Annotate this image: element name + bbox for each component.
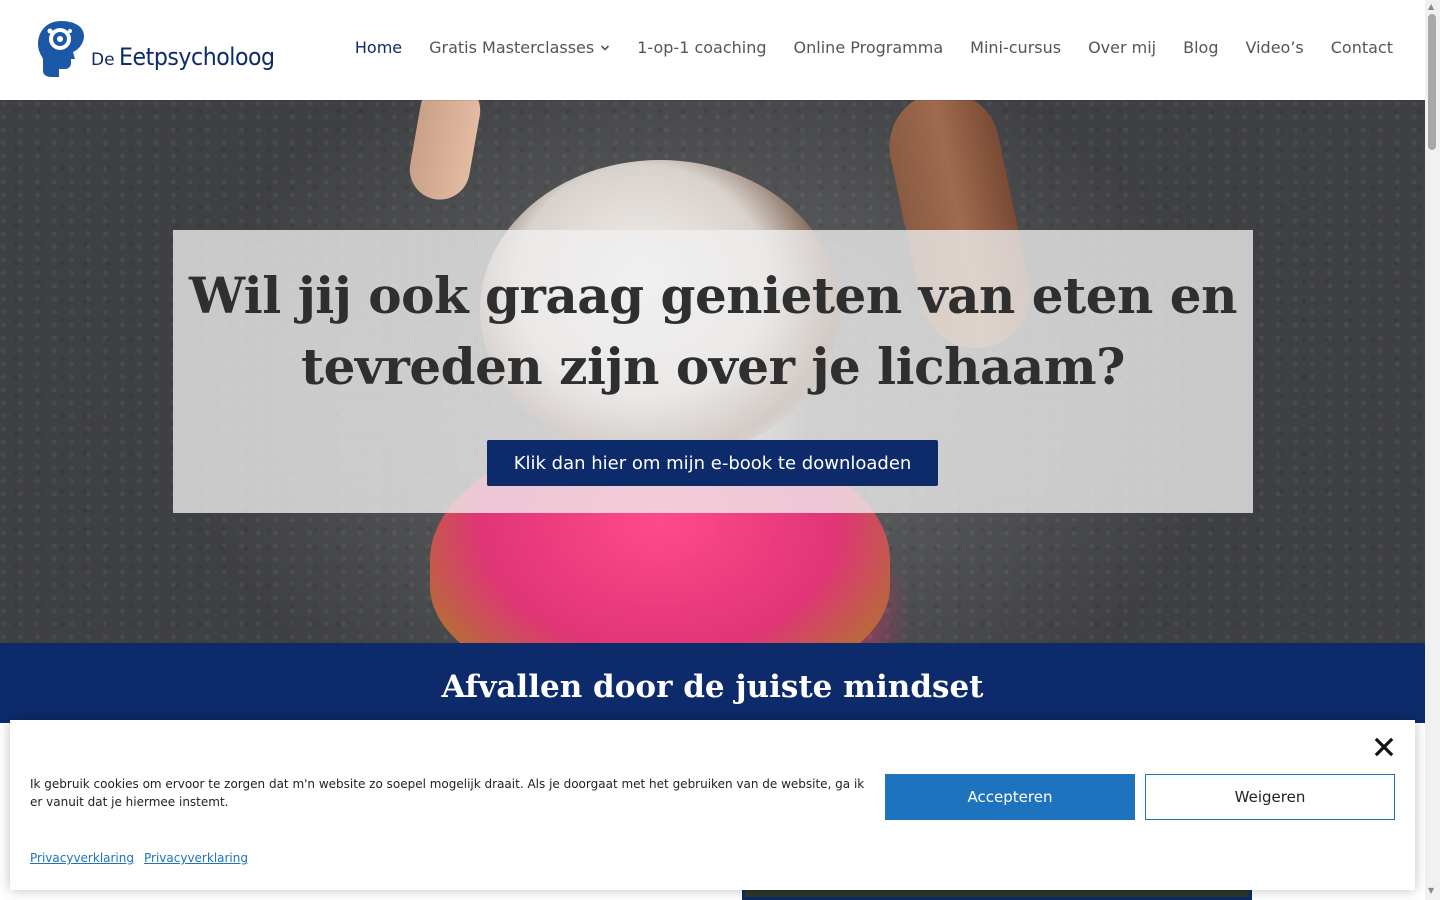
nav-item-gratis-masterclasses[interactable]: Gratis Masterclasses [429, 38, 610, 57]
nav-item-contact[interactable]: Contact [1331, 38, 1393, 57]
nav-item-home[interactable]: Home [355, 38, 402, 57]
site-header: De Eetpsycholoog Home Gratis Masterclass… [0, 0, 1425, 100]
scroll-down-arrow-icon[interactable]: ▼ [1428, 886, 1434, 895]
deny-cookies-button[interactable]: Weigeren [1145, 774, 1395, 820]
nav-item-over-mij[interactable]: Over mij [1088, 38, 1156, 57]
hero-title: Wil jij ook graag genieten van eten en t… [173, 260, 1253, 402]
nav-item-1-op-1-coaching[interactable]: 1-op-1 coaching [637, 38, 766, 57]
logo-prefix: De [91, 50, 115, 70]
logo-name: Eetpsycholoog [118, 43, 275, 71]
cookie-links: Privacyverklaring Privacyverklaring [30, 851, 248, 865]
head-with-brain-icon [38, 21, 84, 77]
hero-title-line2: tevreden zijn over je lichaam? [301, 337, 1125, 396]
chevron-down-icon [601, 44, 610, 51]
mindset-band: Afvallen door de juiste mindset [0, 643, 1425, 723]
nav-item-blog[interactable]: Blog [1183, 38, 1218, 57]
close-icon[interactable] [1373, 736, 1395, 758]
cookie-banner: Ik gebruik cookies om ervoor te zorgen d… [10, 720, 1415, 890]
nav-item-mini-cursus[interactable]: Mini-cursus [970, 38, 1061, 57]
cookie-message: Ik gebruik cookies om ervoor te zorgen d… [30, 777, 865, 809]
band-title: Afvallen door de juiste mindset [441, 669, 984, 705]
scrollbar-thumb[interactable] [1428, 14, 1436, 150]
hero-title-line1: Wil jij ook graag genieten van eten en [189, 266, 1237, 325]
privacy-link[interactable]: Privacyverklaring [144, 851, 248, 865]
hero-section: Wil jij ook graag genieten van eten en t… [0, 100, 1425, 643]
nav-item-videos[interactable]: Video’s [1246, 38, 1304, 57]
site-logo[interactable]: De Eetpsycholoog [35, 19, 288, 79]
nav-item-label: Gratis Masterclasses [429, 38, 595, 57]
hero-text-box: Wil jij ook graag genieten van eten en t… [173, 230, 1253, 513]
nav-item-online-programma[interactable]: Online Programma [794, 38, 944, 57]
page-scrollbar[interactable]: ▲ ▼ [1425, 0, 1440, 900]
scroll-up-arrow-icon[interactable]: ▲ [1428, 2, 1434, 11]
accept-cookies-button[interactable]: Accepteren [885, 774, 1135, 820]
privacy-link[interactable]: Privacyverklaring [30, 851, 134, 865]
main-nav: Home Gratis Masterclasses 1-op-1 coachin… [355, 38, 1393, 57]
download-ebook-button[interactable]: Klik dan hier om mijn e-book te download… [487, 440, 938, 486]
logo-wordmark: De Eetpsycholoog [91, 43, 288, 71]
